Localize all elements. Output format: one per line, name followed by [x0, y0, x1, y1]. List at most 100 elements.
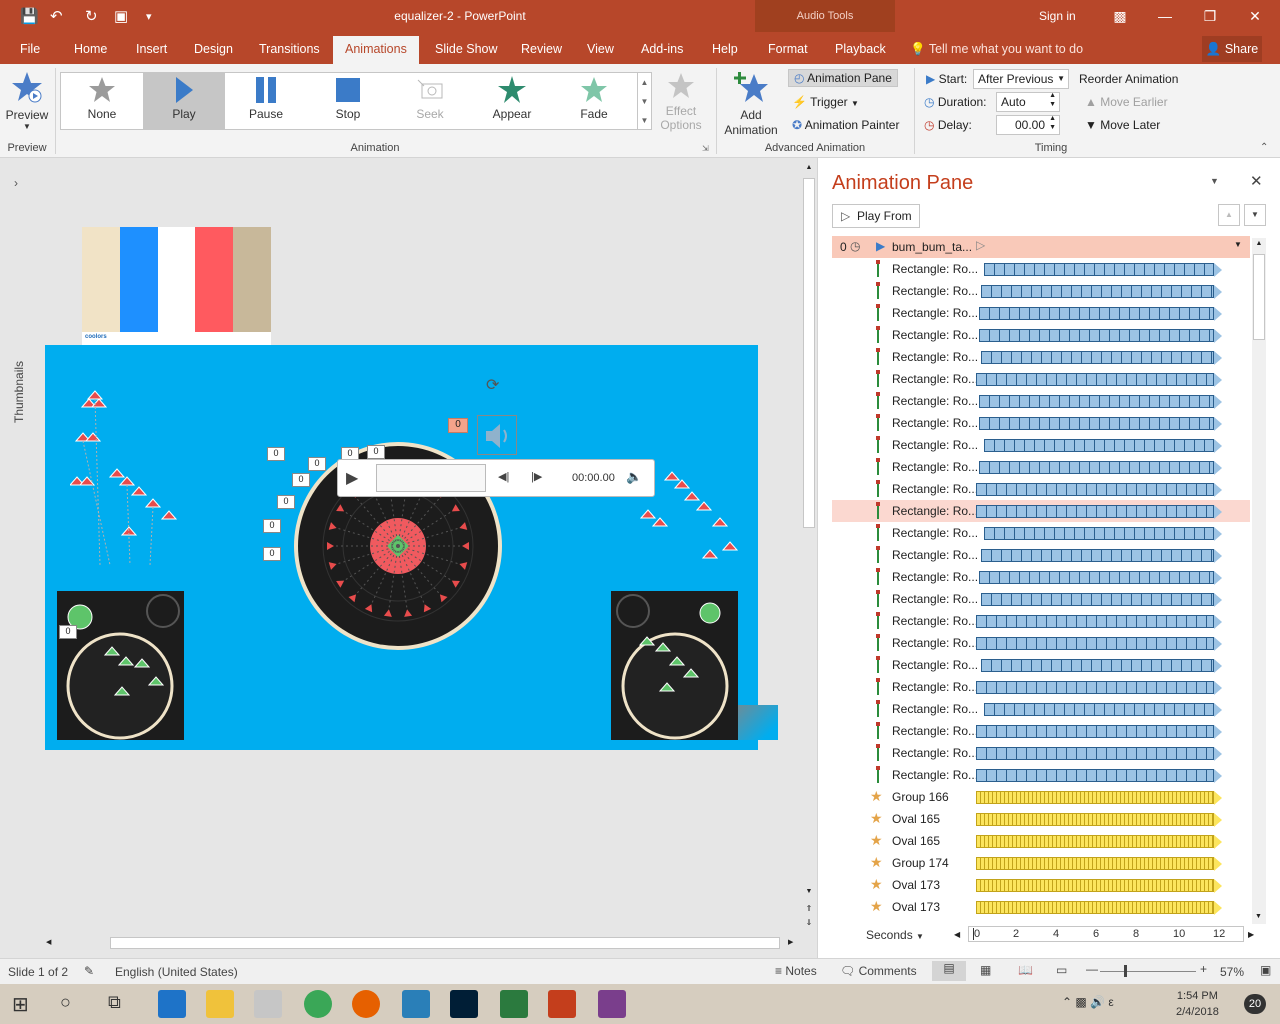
- timing-bar[interactable]: [976, 791, 1214, 804]
- zoom-out-icon[interactable]: —: [1086, 962, 1098, 976]
- animation-row[interactable]: Rectangle: Ro...: [832, 544, 1250, 566]
- count-tag[interactable]: 0: [277, 495, 295, 509]
- animation-row[interactable]: ★ Oval 165: [832, 830, 1250, 852]
- stepper-arrows-icon[interactable]: ▲ ▼: [1049, 91, 1056, 109]
- zoom-in-icon[interactable]: +: [1200, 962, 1207, 976]
- timing-bar[interactable]: [976, 681, 1214, 694]
- timing-bar[interactable]: [979, 571, 1214, 584]
- anim-pause[interactable]: Pause: [225, 73, 307, 129]
- add-animation-button[interactable]: Add Animation: [718, 70, 784, 138]
- timing-bar[interactable]: [976, 637, 1214, 650]
- slideshow-view-icon[interactable]: ▭: [1056, 963, 1067, 977]
- tab-slide-show[interactable]: Slide Show: [435, 42, 498, 56]
- scroll-up-icon[interactable]: ▲: [803, 164, 815, 174]
- trigger-button[interactable]: ⚡ Trigger ▼: [792, 95, 859, 109]
- media-app-icon[interactable]: [402, 990, 430, 1018]
- play-from-button[interactable]: ▷ Play From: [832, 204, 920, 228]
- chrome-icon[interactable]: [304, 990, 332, 1018]
- count-tag[interactable]: 0: [292, 473, 310, 487]
- anim-fade[interactable]: Fade: [553, 73, 635, 129]
- photoshop-icon[interactable]: [450, 990, 478, 1018]
- move-later-button[interactable]: ▼ Move Later: [1085, 118, 1160, 132]
- rotate-handle-icon[interactable]: ⟳: [486, 375, 499, 395]
- pane-scroll-thumb[interactable]: [1253, 254, 1265, 340]
- canvas-vertical-scrollbar[interactable]: ▲ ▼ ⇑ ⇓: [802, 160, 816, 932]
- tell-me-search[interactable]: 💡 Tell me what you want to do: [910, 42, 1083, 57]
- close-icon[interactable]: ✕: [1245, 6, 1265, 26]
- edge-icon[interactable]: [158, 990, 186, 1018]
- firefox-icon[interactable]: [352, 990, 380, 1018]
- animation-row[interactable]: Rectangle: Ro...: [832, 390, 1250, 412]
- animation-row[interactable]: Rectangle: Ro...: [832, 434, 1250, 456]
- notes-button[interactable]: ≡ Notes: [775, 964, 817, 978]
- animation-row[interactable]: Rectangle: Ro...: [832, 676, 1250, 698]
- timing-bar[interactable]: [976, 879, 1214, 892]
- tab-help[interactable]: Help: [712, 42, 738, 56]
- scroll-thumb[interactable]: [803, 178, 815, 528]
- delay-stepper[interactable]: 00.00 ▲ ▼: [996, 115, 1060, 135]
- count-tag[interactable]: 0: [263, 547, 281, 561]
- duration-stepper[interactable]: Auto ▲ ▼: [996, 92, 1060, 112]
- task-view-icon[interactable]: ⧉: [108, 992, 121, 1013]
- notification-badge[interactable]: 20: [1244, 994, 1266, 1014]
- animation-row[interactable]: Rectangle: Ro...: [832, 368, 1250, 390]
- stepper-arrows-icon[interactable]: ▲ ▼: [1049, 114, 1056, 132]
- customize-quick-access-icon[interactable]: ▾: [146, 10, 152, 23]
- animation-row[interactable]: Rectangle: Ro...: [832, 302, 1250, 324]
- animation-row[interactable]: Rectangle: Ro...: [832, 280, 1250, 302]
- timing-bar[interactable]: [979, 307, 1214, 320]
- animation-row[interactable]: Rectangle: Ro...: [832, 324, 1250, 346]
- animation-row[interactable]: Rectangle: Ro...: [832, 654, 1250, 676]
- timing-bar[interactable]: [981, 593, 1214, 606]
- redo-icon[interactable]: ↻: [85, 7, 98, 25]
- volume-icon[interactable]: 🔈: [626, 469, 642, 485]
- scroll-down-icon[interactable]: ▼: [1255, 913, 1262, 920]
- animation-row[interactable]: Rectangle: Ro...: [832, 412, 1250, 434]
- tab-file[interactable]: File: [20, 42, 40, 56]
- camtasia-icon[interactable]: [500, 990, 528, 1018]
- timing-bar[interactable]: [984, 263, 1214, 276]
- media-progress[interactable]: [376, 464, 486, 492]
- zoom-slider[interactable]: [1100, 971, 1196, 972]
- step-forward-icon[interactable]: |▶: [531, 470, 542, 483]
- row-dropdown-icon[interactable]: ▼: [1234, 240, 1242, 249]
- reading-view-icon[interactable]: 📖: [1018, 963, 1033, 977]
- fit-slide-icon[interactable]: ▣: [1260, 963, 1271, 977]
- animation-row[interactable]: ★ Group 174: [832, 852, 1250, 874]
- animation-row[interactable]: Rectangle: Ro...: [832, 500, 1250, 522]
- powerpoint-icon[interactable]: [548, 990, 576, 1018]
- timing-bar[interactable]: [979, 329, 1214, 342]
- animation-row[interactable]: Rectangle: Ro...: [832, 346, 1250, 368]
- animation-row[interactable]: Rectangle: Ro...: [832, 522, 1250, 544]
- comments-button[interactable]: 🗨 Comments: [840, 964, 917, 978]
- scroll-down-icon[interactable]: ▼: [803, 888, 815, 895]
- animation-row[interactable]: ★ Oval 173: [832, 874, 1250, 896]
- timing-bar[interactable]: [979, 461, 1214, 474]
- expand-thumbnails-icon[interactable]: ›: [14, 176, 18, 190]
- tab-playback[interactable]: Playback: [835, 42, 886, 56]
- timing-bar[interactable]: [984, 527, 1214, 540]
- clock[interactable]: 1:54 PM 2/4/2018: [1176, 988, 1219, 1020]
- animation-row[interactable]: Rectangle: Ro...: [832, 566, 1250, 588]
- animation-row[interactable]: ★ Group 166: [832, 786, 1250, 808]
- animation-row[interactable]: Rectangle: Ro...: [832, 698, 1250, 720]
- anim-play[interactable]: Play: [143, 73, 225, 129]
- trigger-tag[interactable]: 0: [448, 418, 468, 433]
- timing-bar[interactable]: [981, 285, 1214, 298]
- animation-row[interactable]: Rectangle: Ro...: [832, 588, 1250, 610]
- timing-bar[interactable]: [976, 769, 1214, 782]
- scroll-right-icon[interactable]: ▶: [788, 938, 793, 946]
- file-explorer-icon[interactable]: [206, 990, 234, 1018]
- count-tag[interactable]: 0: [59, 625, 77, 639]
- zoom-slider-thumb[interactable]: [1124, 965, 1127, 977]
- tray-icons[interactable]: ⌃ ▩ 🔊 ε: [1062, 995, 1114, 1009]
- media-play-icon[interactable]: ▶: [346, 468, 358, 488]
- animation-row[interactable]: Rectangle: Ro...: [832, 478, 1250, 500]
- timing-bar[interactable]: [981, 659, 1214, 672]
- gallery-down-icon[interactable]: ▼: [638, 92, 651, 111]
- animation-row[interactable]: Rectangle: Ro...: [832, 632, 1250, 654]
- animation-header-row[interactable]: 0 ◷ ▶ bum_bum_ta... ▷ ▼: [832, 236, 1250, 258]
- timing-bar[interactable]: [976, 747, 1214, 760]
- minimize-icon[interactable]: —: [1155, 6, 1175, 26]
- animation-painter-button[interactable]: ✪ Animation Painter: [792, 118, 899, 132]
